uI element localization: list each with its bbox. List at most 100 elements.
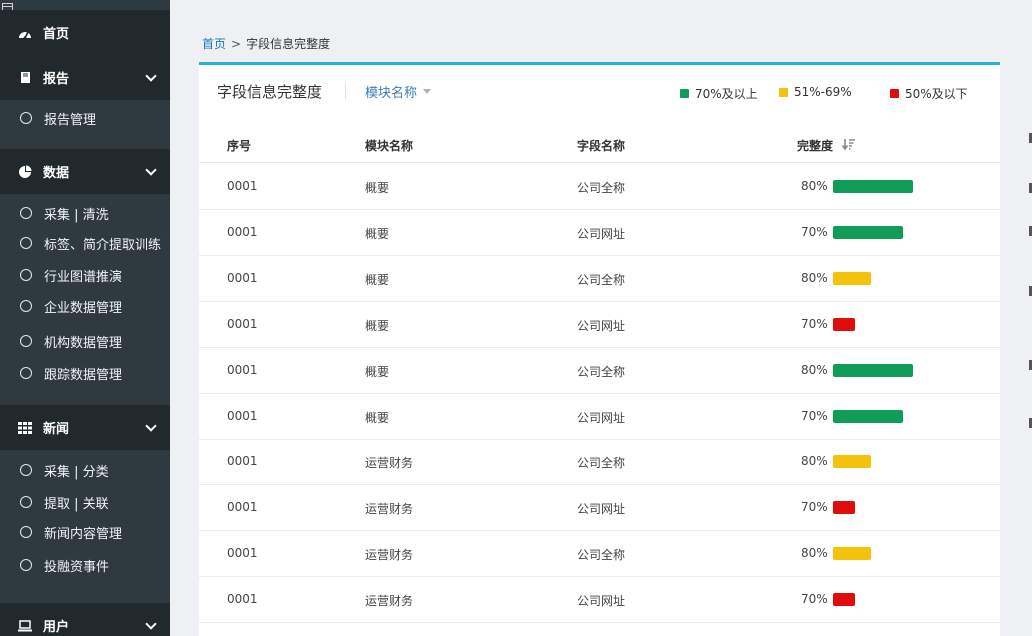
cell-id: 0001 [227, 362, 258, 377]
table-row: 0001 概要 公司全称 80% [199, 256, 1000, 302]
chevron-down-icon [145, 419, 157, 432]
table-row: 0001 概要 公司网址 70% [199, 302, 1000, 348]
module-filter-dropdown[interactable]: 模块名称 [365, 82, 432, 101]
legend-item-red: 50%及以下 [890, 85, 968, 102]
circle-icon [20, 207, 32, 219]
col-header-completeness[interactable]: 完整度 [797, 137, 856, 154]
cell-field: 公司网址 [577, 594, 626, 609]
module-filter-label: 模块名称 [365, 86, 418, 101]
card-title: 字段信息完整度 [217, 83, 323, 101]
cell-field: 公司全称 [577, 272, 626, 287]
legend-swatch [890, 89, 899, 98]
nav-report[interactable]: 报告 [0, 55, 170, 100]
chevron-down-icon [145, 617, 157, 630]
sidebar-item-label: 机构数据管理 [44, 335, 123, 351]
pie-chart-icon [18, 165, 32, 179]
table-row: 0001 运营财务 公司网址 70% [199, 577, 1000, 624]
col-header-completeness-label: 完整度 [797, 139, 834, 153]
nav-home-label: 首页 [43, 27, 70, 42]
sidebar-item-track-data[interactable]: 跟踪数据管理 [0, 359, 170, 387]
sidebar-item-label: 采集 | 分类 [44, 464, 109, 480]
nav-report-label: 报告 [43, 72, 70, 87]
table-row: 0001 概要 公司全称 80% [199, 348, 1000, 394]
cell-completeness-value: 80% [801, 454, 828, 469]
cell-completeness-value: 80% [801, 179, 828, 193]
sidebar-item-label: 企业数据管理 [44, 300, 123, 316]
cell-module: 概要 [365, 272, 390, 287]
completeness-bar [833, 593, 855, 607]
breadcrumb-separator: > [231, 37, 242, 51]
sidebar-item-label: 投融资事件 [44, 559, 110, 575]
sidebar-item-industry-graph[interactable]: 行业图谱推演 [0, 261, 170, 289]
legend-label: 70%及以上 [695, 87, 758, 101]
sidebar-item-report-manage[interactable]: 报告管理 [0, 104, 170, 132]
legend-item-yellow: 51%-69% [779, 85, 852, 99]
cell-completeness-value: 80% [801, 362, 828, 377]
cell-field: 公司全称 [577, 181, 626, 195]
completeness-bar [833, 547, 871, 561]
col-header-id: 序号 [227, 139, 252, 153]
cell-module: 概要 [365, 318, 390, 333]
cell-completeness-value: 80% [801, 546, 828, 561]
legend-label: 51%-69% [794, 85, 852, 99]
table-row: 0001 概要 公司网址 70% [199, 210, 1000, 256]
divider [345, 81, 346, 99]
sidebar-item-company-data[interactable]: 企业数据管理 [0, 292, 170, 320]
cell-module: 概要 [365, 410, 390, 425]
circle-icon [20, 269, 32, 281]
table-row: 0001 运营财务 公司全称 80% [199, 439, 1000, 486]
nav-user-label: 用户 [43, 620, 70, 635]
cell-field: 公司网址 [577, 226, 626, 241]
legend-swatch [680, 89, 689, 98]
chevron-down-icon [145, 69, 157, 82]
sidebar-item-news-collect[interactable]: 采集 | 分类 [0, 456, 170, 484]
sidebar-item-org-data[interactable]: 机构数据管理 [0, 327, 170, 355]
sidebar-item-collect-clean[interactable]: 采集 | 清洗 [0, 199, 170, 227]
dashboard-icon [18, 26, 32, 40]
sidebar-item-news-content[interactable]: 新闻内容管理 [0, 518, 170, 546]
cell-field: 公司全称 [577, 548, 626, 563]
circle-icon [20, 237, 32, 249]
completeness-bar [833, 409, 903, 423]
sidebar-item-label: 新闻内容管理 [44, 526, 123, 542]
breadcrumb: 首页 > 字段信息完整度 [202, 35, 330, 52]
completeness-bar [833, 180, 913, 193]
circle-icon [20, 526, 32, 538]
sort-descending-icon[interactable] [842, 139, 856, 154]
nav-news[interactable]: 新闻 [0, 405, 170, 450]
cell-completeness-value: 70% [801, 316, 828, 331]
breadcrumb-home-link[interactable]: 首页 [202, 37, 226, 51]
sidebar-item-label: 标签、简介提取训练 [44, 237, 162, 253]
sidebar-item-tag-training[interactable]: 标签、简介提取训练 [0, 229, 170, 257]
cell-module: 运营财务 [365, 548, 414, 563]
legend-label: 50%及以下 [905, 87, 968, 101]
cell-module: 概要 [365, 226, 390, 241]
cell-field: 公司网址 [577, 318, 626, 333]
nav-data-label: 数据 [43, 166, 70, 181]
cell-module: 运营财务 [365, 594, 414, 609]
nav-data[interactable]: 数据 [0, 149, 170, 194]
sidebar-item-label: 报告管理 [44, 112, 97, 128]
sidebar-item-news-extract[interactable]: 提取 | 关联 [0, 488, 170, 516]
sidebar-item-label: 跟踪数据管理 [44, 367, 123, 383]
right-edge-clipped-content [1024, 0, 1032, 636]
nav-user[interactable]: 用户 [0, 603, 170, 636]
cell-id: 0001 [227, 546, 258, 561]
nav-home[interactable]: 首页 [0, 10, 170, 55]
sidebar-item-label: 提取 | 关联 [44, 496, 109, 512]
sidebar-item-investment[interactable]: 投融资事件 [0, 551, 170, 579]
circle-icon [20, 112, 32, 124]
cell-id: 0001 [227, 270, 258, 285]
completeness-card: 字段信息完整度 模块名称 70%及以上 51%-69% 50%及以下 序号 模块… [199, 62, 1000, 636]
laptop-icon [18, 619, 32, 633]
legend-swatch [779, 87, 788, 97]
table-row: 0001 概要 公司网址 70% [199, 394, 1000, 440]
completeness-bar [833, 225, 903, 239]
cell-module: 概要 [365, 364, 390, 379]
table-row: 0001 概要 公司全称 80% [199, 164, 1000, 210]
completeness-bar [833, 317, 855, 331]
cell-completeness-value: 70% [801, 592, 828, 607]
cell-completeness-value: 70% [801, 408, 828, 423]
sidebar-item-label: 采集 | 清洗 [44, 207, 109, 223]
cell-id: 0001 [227, 316, 258, 331]
